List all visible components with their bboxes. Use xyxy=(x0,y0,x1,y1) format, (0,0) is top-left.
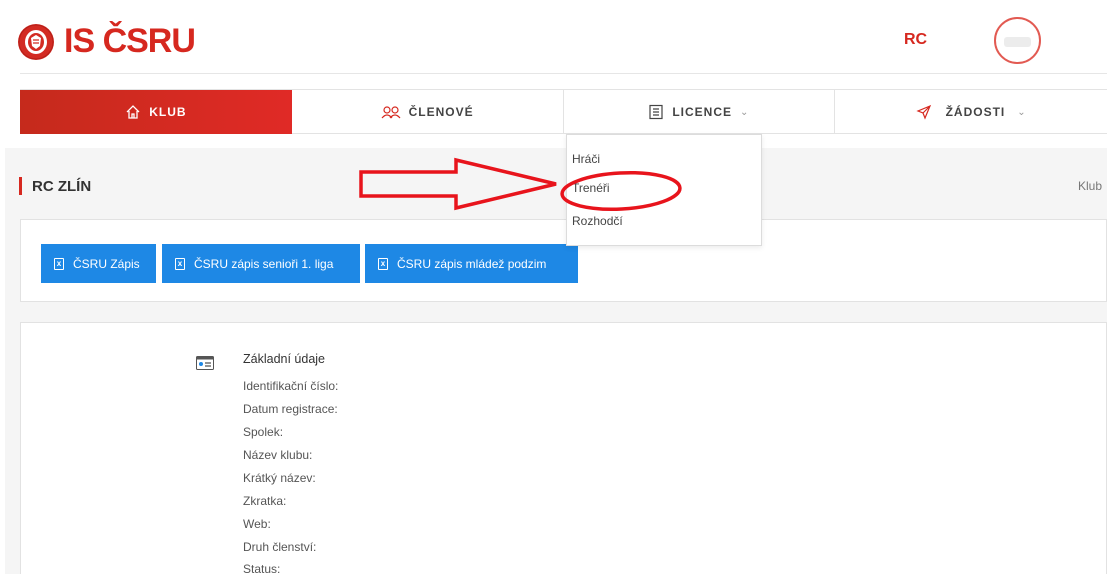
nav-item-label: ŽÁDOSTI xyxy=(945,105,1006,119)
nav-item-licence[interactable]: LICENCE ⌄ xyxy=(564,90,836,134)
home-icon xyxy=(125,104,141,120)
button-label: ČSRU zápis senioři 1. liga xyxy=(194,256,334,271)
logo-text: IS ČSRU xyxy=(64,22,196,60)
members-icon xyxy=(381,105,401,119)
chevron-down-icon: ⌄ xyxy=(740,106,750,118)
dropdown-item-hraci[interactable]: Hráči xyxy=(572,152,600,166)
nav-item-label: KLUB xyxy=(149,105,187,119)
dropdown-item-rozhodci[interactable]: Rozhodčí xyxy=(572,214,623,228)
nav-item-clenove[interactable]: ČLENOVÉ xyxy=(292,90,564,134)
page: IS ČSRU RC KLUB ČLENOVÉ LICENCE ⌄ ŽÁDOST… xyxy=(0,0,1107,574)
excel-file-icon: x xyxy=(378,257,388,270)
nav-item-klub[interactable]: KLUB xyxy=(20,90,292,134)
field-label: Druh členství: xyxy=(243,540,317,554)
button-label: ČSRU Zápis xyxy=(73,256,140,271)
field-label: Zkratka: xyxy=(243,494,287,508)
send-icon xyxy=(916,104,932,120)
rugby-union-emblem-icon xyxy=(18,23,54,60)
field-label: Status: xyxy=(243,562,281,574)
title-accent-bar xyxy=(19,177,22,195)
id-card-icon xyxy=(196,356,214,370)
field-label: Identifikační číslo: xyxy=(243,379,339,393)
app-logo[interactable]: IS ČSRU xyxy=(18,22,196,61)
user-initials[interactable]: RC xyxy=(904,31,927,49)
page-title: RC ZLÍN xyxy=(32,178,92,195)
field-label: Web: xyxy=(243,517,271,531)
section-title: Základní údaje xyxy=(243,352,326,366)
nav-item-label: LICENCE xyxy=(672,105,733,119)
user-avatar[interactable] xyxy=(994,17,1041,64)
field-label: Spolek: xyxy=(243,425,284,439)
csru-zapis-seniori-button[interactable]: x ČSRU zápis senioři 1. liga xyxy=(162,244,360,283)
nav-item-label: ČLENOVÉ xyxy=(408,105,474,119)
main-nav: KLUB ČLENOVÉ LICENCE ⌄ ŽÁDOSTI ⌄ xyxy=(20,89,1107,134)
club-info-panel xyxy=(20,322,1107,574)
licence-dropdown-menu: Hráči Trenéři Rozhodčí xyxy=(566,134,762,246)
csru-zapis-button[interactable]: x ČSRU Zápis xyxy=(41,244,156,283)
chevron-down-icon: ⌄ xyxy=(1017,106,1027,118)
button-label: ČSRU zápis mládež podzim xyxy=(397,256,547,271)
field-label: Datum registrace: xyxy=(243,402,338,416)
document-icon xyxy=(648,104,664,120)
breadcrumb[interactable]: Klub xyxy=(1078,179,1102,193)
nav-item-zadosti[interactable]: ŽÁDOSTI ⌄ xyxy=(835,90,1107,134)
dropdown-item-treneri[interactable]: Trenéři xyxy=(572,181,610,195)
field-label: Krátký název: xyxy=(243,471,316,485)
excel-file-icon: x xyxy=(54,257,64,270)
field-label: Název klubu: xyxy=(243,448,313,462)
excel-file-icon: x xyxy=(175,257,185,270)
header-divider xyxy=(20,73,1107,74)
csru-zapis-mladez-button[interactable]: x ČSRU zápis mládež podzim xyxy=(365,244,578,283)
